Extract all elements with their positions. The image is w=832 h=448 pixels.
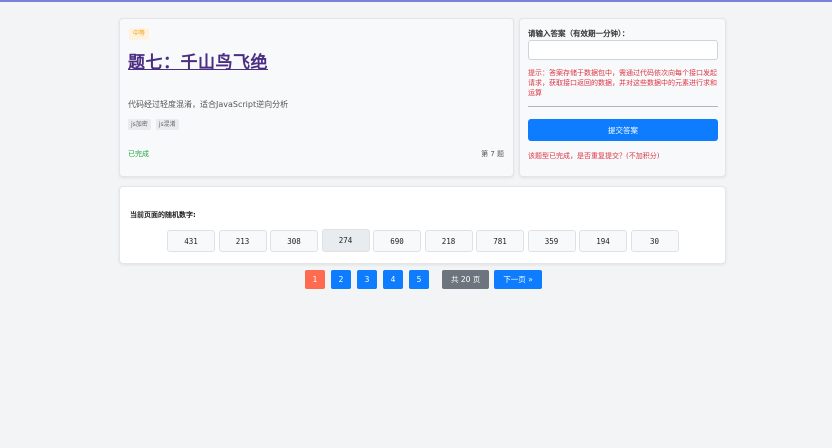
random-numbers-panel: 当前页面的随机数字: 431 213 308 274 690 218 781 3… [119,186,726,264]
answer-input[interactable] [528,40,718,60]
random-number-box: 359 [527,230,576,252]
total-pages-label: 共 20 页 [442,270,490,289]
answer-panel: 请输入答案（有效期一分钟）： 提示：答案存储于数据包中，需通过代码依次向每个接口… [519,18,726,177]
next-page-button[interactable]: 下一页 » [494,270,542,289]
random-number-box: 690 [373,230,421,252]
challenge-number: 第 7 题 [481,150,504,158]
completion-status: 已完成 [128,150,149,158]
random-number-box-selected: 274 [321,229,370,252]
page-button-4[interactable]: 4 [383,270,403,289]
difficulty-badge: 中等 [129,28,150,40]
random-number-box: 213 [218,230,267,252]
random-number-box: 30 [630,230,679,252]
page-button-2[interactable]: 2 [331,270,351,289]
top-accent-bar [0,0,832,2]
completed-note: 该题型已完成，是否重复提交？(不加积分) [528,152,660,160]
random-number-box: 308 [270,230,318,252]
tag-js-obfuscation: js混淆 [155,119,179,130]
random-number-box: 431 [167,230,215,252]
tag-js-encryption: js加密 [128,119,151,130]
page-button-3[interactable]: 3 [357,270,377,289]
random-numbers-row: 431 213 308 274 690 218 781 359 194 30 [167,229,682,252]
page-button-5[interactable]: 5 [409,270,429,289]
challenge-description: 代码经过轻度混淆，适合JavaScript逆向分析 [128,100,289,109]
random-number-box: 781 [476,230,524,252]
submit-answer-button[interactable]: 提交答案 [528,119,718,141]
answer-hint: 提示：答案存储于数据包中，需通过代码依次向每个接口发起请求，获取接口返回的数据，… [528,69,717,97]
random-number-box: 218 [424,230,473,252]
challenge-card: 中等 题七：千山鸟飞绝 代码经过轻度混淆，适合JavaScript逆向分析 js… [119,18,514,177]
pagination: 1 2 3 4 5 共 20 页 下一页 » [305,270,542,289]
challenge-tags: js加密 js混淆 [128,119,179,130]
divider [528,106,718,107]
page-button-1[interactable]: 1 [305,270,325,289]
random-numbers-label: 当前页面的随机数字: [130,211,196,219]
challenge-title-link[interactable]: 题七：千山鸟飞绝 [128,48,268,73]
answer-label: 请输入答案（有效期一分钟）： [528,29,630,38]
random-number-box: 194 [579,230,627,252]
